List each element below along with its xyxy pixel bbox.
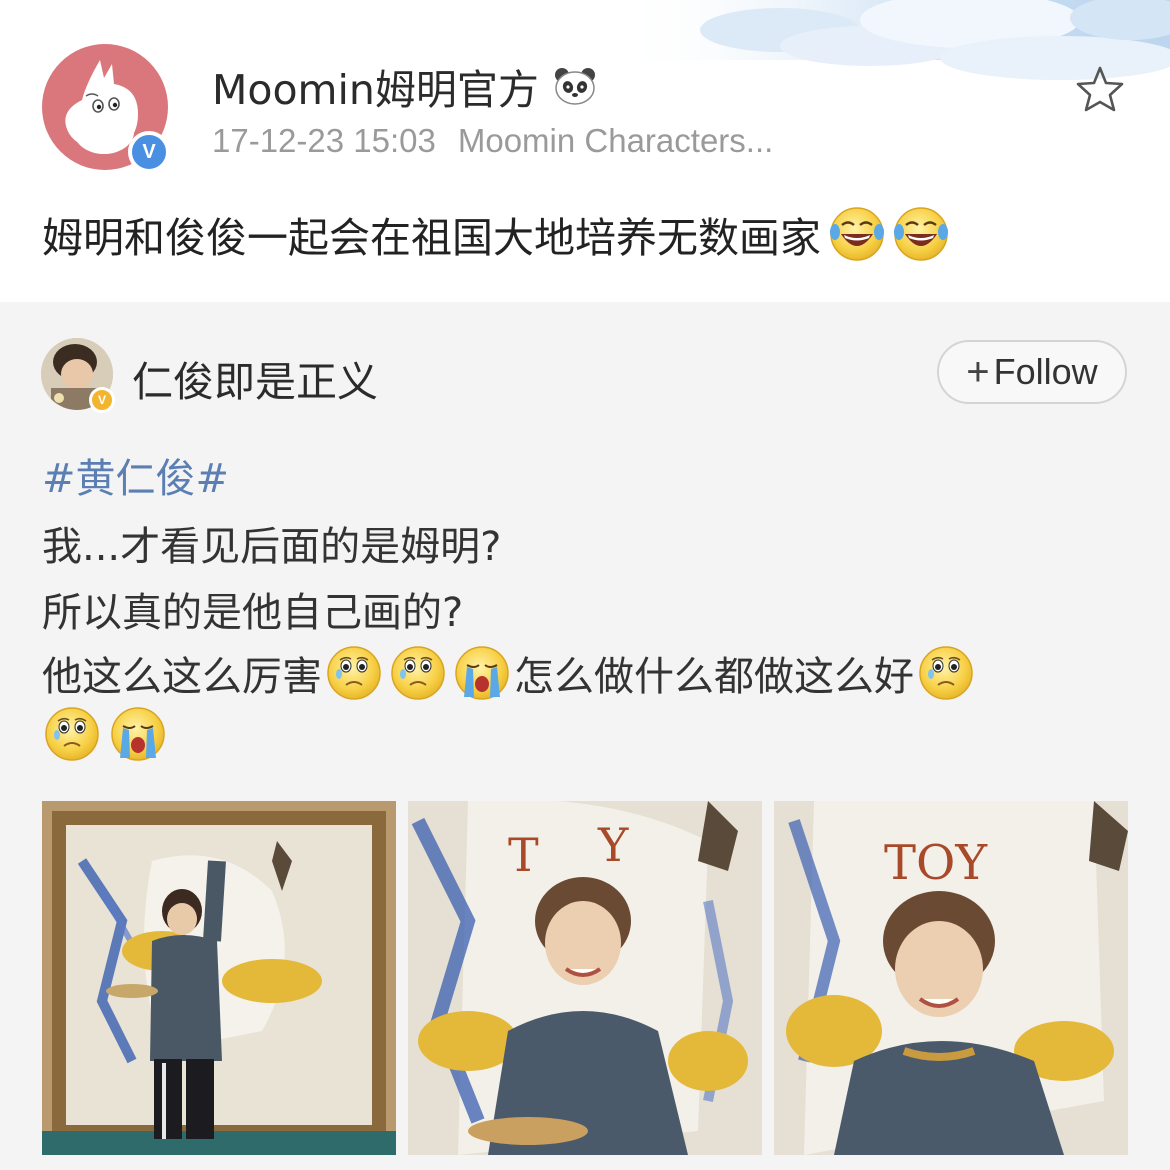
panda-icon (554, 68, 595, 105)
repost-text-line-2: 所以真的是他自己画的? (42, 580, 463, 638)
repost-text-line-1-label: 我...才看见后面的是姆明? (42, 524, 502, 570)
svg-text:T: T (508, 828, 539, 882)
repost-text-line-2-label: 所以真的是他自己画的? (42, 590, 464, 636)
post-body: 姆明和俊俊一起会在祖国大地培养无数画家 (42, 204, 949, 264)
repost-text-line-1: 我...才看见后面的是姆明? (42, 514, 501, 572)
repost-text-line-3: 他这么这么厉害 怎么做什么都做这么好 (42, 644, 978, 702)
repost-text-line-4 (42, 706, 170, 762)
repost-username[interactable]: 仁俊即是正义 (132, 348, 378, 408)
photo-thumbnail-2[interactable]: T Y (408, 801, 762, 1155)
photo-smiling-with-palette: T Y (408, 801, 762, 1155)
verified-badge: V (128, 131, 170, 173)
photo-smiling-closeup: TOY (774, 801, 1128, 1155)
post-source[interactable]: Moomin Characters... (458, 122, 773, 159)
sad-emoji (45, 707, 99, 761)
post-body-text: 姆明和俊俊一起会在祖国大地培养无数画家 (42, 214, 821, 262)
photo-painting-at-easel (42, 801, 396, 1155)
follow-button[interactable]: + Follow (937, 340, 1127, 404)
star-outline-icon[interactable] (1074, 64, 1126, 114)
sad-emoji (919, 646, 973, 700)
post-username[interactable]: Moomin姆明官方 (212, 56, 597, 116)
post-timestamp: 17-12-23 15:03 (212, 122, 436, 159)
svg-text:TOY: TOY (884, 835, 988, 891)
photo-thumbnail-1[interactable] (42, 801, 396, 1155)
repost-text-line-3a: 他这么这么厉害 (42, 654, 322, 700)
crying-emoji (455, 646, 509, 700)
post-username-label: Moomin姆明官方 (212, 66, 539, 114)
svg-text:Y: Y (597, 818, 629, 872)
sad-emoji (327, 646, 381, 700)
laugh-cry-emoji (829, 206, 885, 262)
hashtag-link[interactable]: #黄仁俊# (42, 446, 229, 504)
post-meta: 17-12-23 15:03 Moomin Characters... (212, 122, 773, 160)
verified-badge-gold: V (89, 387, 115, 413)
plus-icon: + (966, 349, 990, 394)
sad-emoji (391, 646, 445, 700)
follow-label: Follow (993, 351, 1098, 392)
crying-emoji (111, 707, 165, 761)
laugh-cry-emoji (893, 206, 949, 262)
original-post: V Moomin姆明官方 17-12-23 15:03 Moomin Charac… (0, 0, 1170, 302)
photo-thumbnail-3[interactable]: TOY (774, 801, 1128, 1155)
repost-text-line-3b: 怎么做什么都做这么好 (514, 654, 914, 700)
